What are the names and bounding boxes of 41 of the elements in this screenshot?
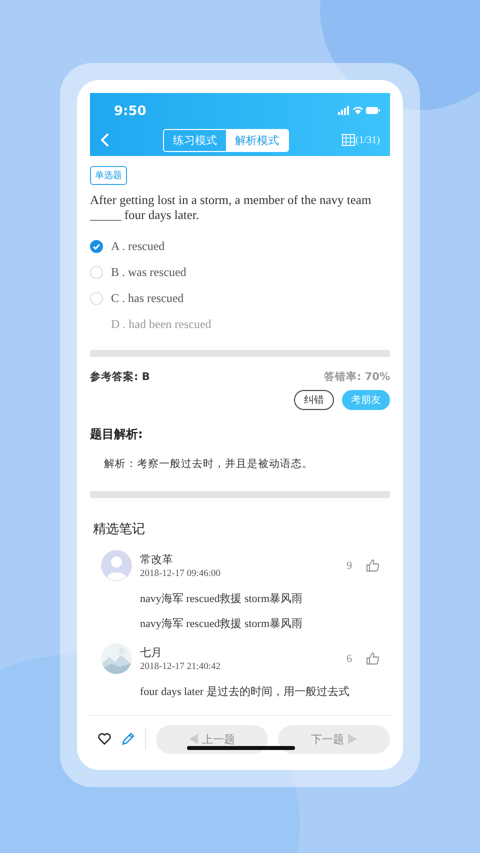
reference-answer: 参考答案: B bbox=[90, 370, 150, 384]
mode-tab[interactable]: 解析模式 bbox=[226, 130, 288, 150]
share-button[interactable]: 考朋友 bbox=[342, 390, 390, 410]
like-count: 6 bbox=[346, 652, 352, 664]
section-heading: 题目解析: bbox=[90, 426, 144, 443]
option-label[interactable]: C . has rescued bbox=[111, 290, 184, 306]
question-text: After getting lost in a storm, a member of the navy team _____ four days later. bbox=[90, 193, 372, 223]
right-triangle-icon bbox=[348, 734, 357, 744]
status-icons bbox=[338, 106, 380, 116]
option-label[interactable]: B . was rescued bbox=[111, 264, 186, 280]
radio-button[interactable] bbox=[90, 292, 103, 304]
report-button[interactable]: 纠错 bbox=[294, 390, 334, 410]
section-heading: 精选笔记 bbox=[93, 521, 146, 538]
next-button[interactable]: 下一题 bbox=[278, 724, 390, 754]
avatar-icon bbox=[101, 550, 132, 581]
option-label[interactable]: A . rescued bbox=[111, 238, 165, 254]
left-triangle-icon bbox=[189, 734, 198, 744]
pencil-icon[interactable] bbox=[121, 732, 135, 746]
heart-icon[interactable] bbox=[98, 733, 111, 745]
question-counter: (1/31) bbox=[356, 134, 380, 146]
option-label[interactable]: D . had been rescued bbox=[111, 316, 212, 332]
error-rate: 答错率: 70% bbox=[324, 370, 390, 384]
note-author: 常改革 bbox=[140, 552, 174, 567]
question-type-tag: 单选题 bbox=[90, 166, 127, 185]
note-time: 2018-12-17 21:40:42 bbox=[140, 662, 222, 672]
previous-button[interactable]: 上一题 bbox=[156, 724, 268, 754]
note-text: four days later 是过去的时间，用一般过去式 bbox=[140, 685, 350, 699]
thumbs-up-icon[interactable] bbox=[366, 559, 379, 572]
note-time: 2018-12-17 09:46:00 bbox=[140, 569, 222, 579]
grid-icon[interactable] bbox=[342, 134, 355, 146]
note-text: navy海军 rescued救援 storm暴风雨 bbox=[140, 617, 304, 631]
radio-button[interactable] bbox=[90, 266, 103, 278]
back-icon[interactable] bbox=[100, 133, 110, 147]
analysis-text: 解析：考察一般过去时，并且是被动语态。 bbox=[104, 457, 314, 471]
note-text: navy海军 rescued救援 storm暴风雨 bbox=[140, 592, 304, 606]
like-count: 9 bbox=[346, 560, 352, 572]
mode-tab[interactable]: 练习模式 bbox=[164, 130, 226, 150]
checked-radio[interactable] bbox=[90, 240, 103, 252]
thumbs-up-icon[interactable] bbox=[366, 652, 379, 665]
note-author: 七月 bbox=[140, 645, 163, 660]
status-time: 9:50 bbox=[114, 104, 146, 118]
